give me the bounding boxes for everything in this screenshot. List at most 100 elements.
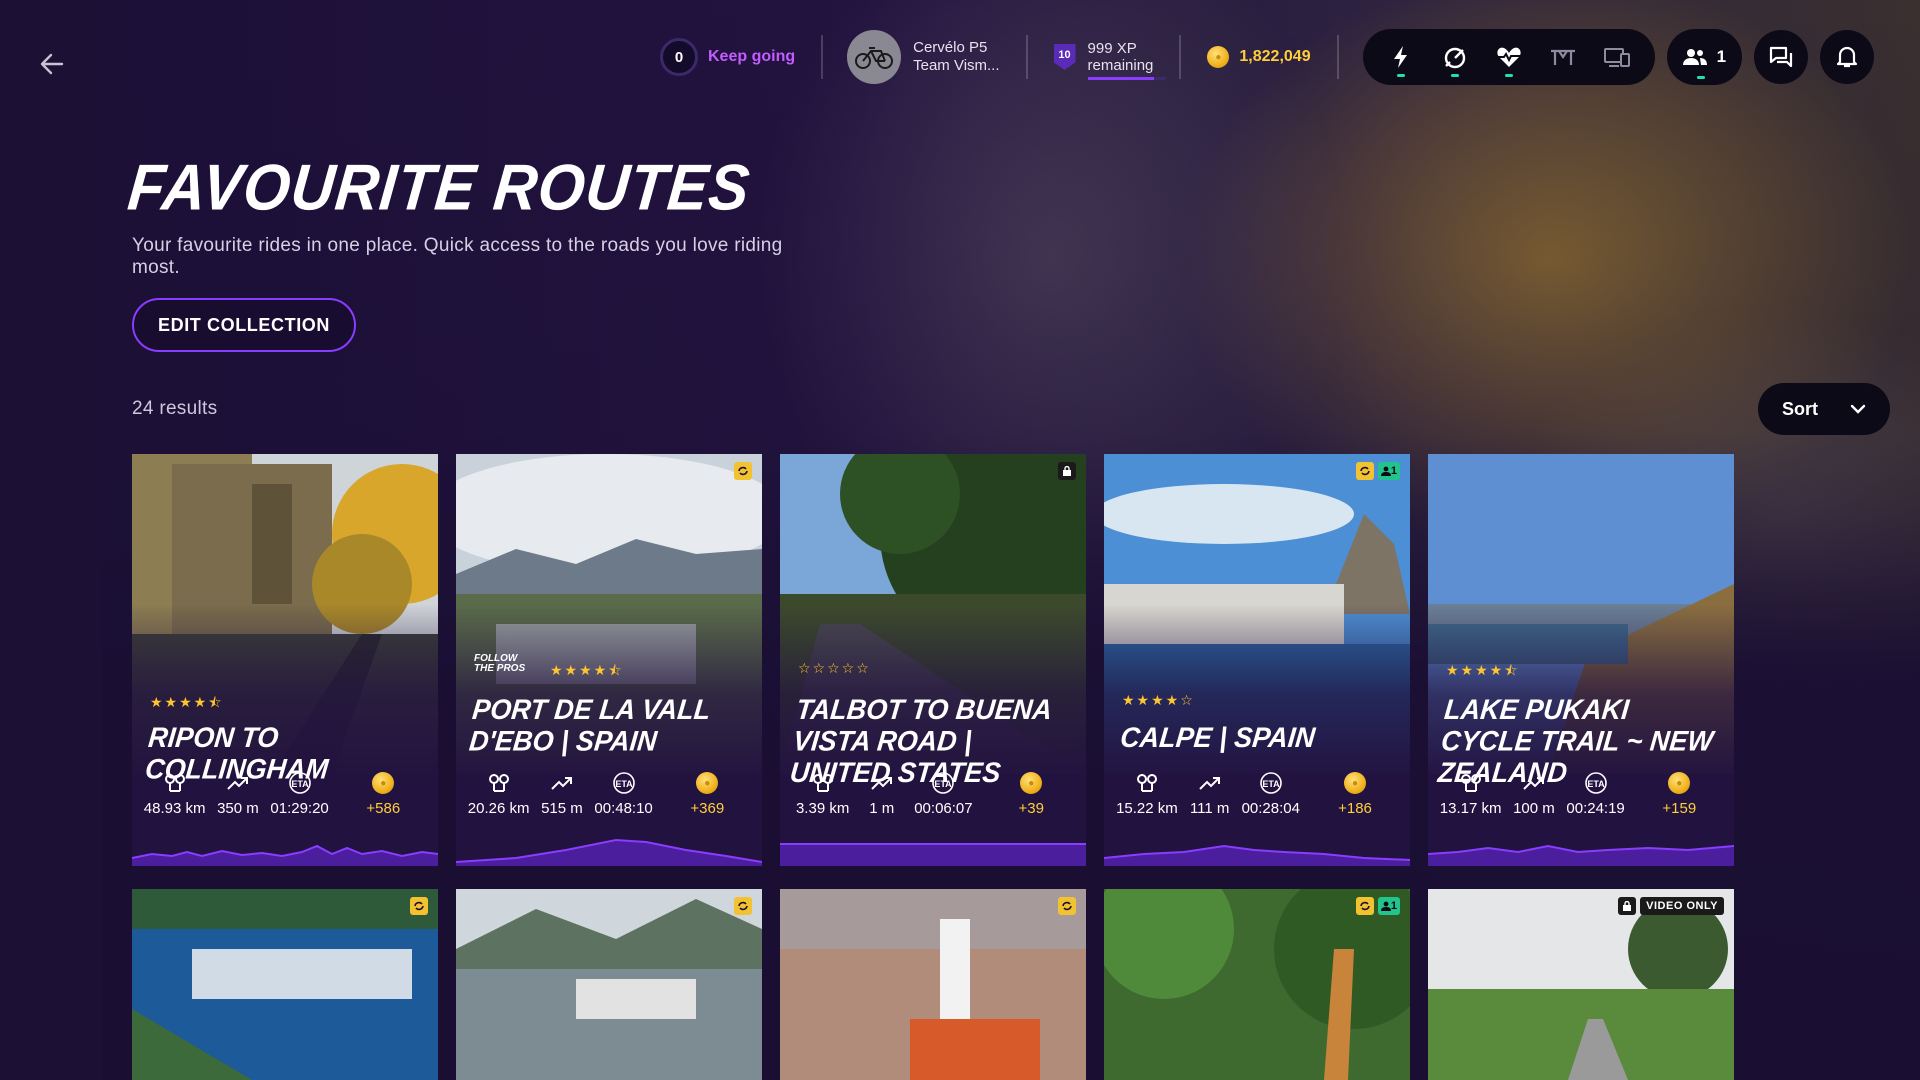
elevation-icon [1198, 777, 1220, 790]
power-button[interactable] [1377, 33, 1425, 81]
distance-icon [488, 774, 509, 792]
sort-button[interactable]: Sort [1758, 383, 1890, 435]
route-name: CALPE | SPAIN [1118, 722, 1317, 754]
coin-icon: ● [696, 772, 719, 794]
distance-stat: 13.17 km [1440, 772, 1502, 817]
edit-collection-button[interactable]: EDIT COLLECTION [132, 298, 356, 352]
card-badges [1058, 897, 1076, 915]
distance-stat: 15.22 km [1116, 772, 1178, 817]
lightning-icon [1393, 46, 1407, 68]
lock-badge [1058, 462, 1076, 480]
bike-avatar [847, 30, 902, 84]
card-badges [734, 897, 752, 915]
rating-stars: ★★★★☆ [1122, 692, 1195, 708]
card-badges: 1 [1355, 462, 1400, 480]
back-button[interactable] [32, 48, 72, 80]
route-stats: 13.17 km 100 m ETA 00:24:19 ● +159 [1428, 772, 1734, 817]
bike-selector[interactable]: Cervélo P5 Team Vism... [823, 30, 1025, 84]
distance-stat: 20.26 km [468, 772, 530, 817]
elevation-stat: 350 m [217, 772, 259, 817]
card-badges [734, 462, 752, 480]
eta-value: 00:24:19 [1566, 800, 1625, 817]
devices-button[interactable] [1593, 33, 1641, 81]
speed-sensor-button[interactable] [1431, 33, 1479, 81]
distance-value: 20.26 km [467, 800, 530, 817]
route-card[interactable]: VIDEO ONLY [1428, 889, 1734, 1080]
route-card[interactable]: ☆☆☆☆☆ TALBOT TO BUENA VISTA ROAD | UNITE… [780, 454, 1086, 866]
page-subtitle: Your favourite rides in one place. Quick… [132, 235, 783, 278]
card-badges [1058, 462, 1076, 480]
elevation-icon [871, 777, 892, 790]
route-card[interactable]: ★★★★⯪ LAKE PUKAKI CYCLE TRAIL ~ NEW ZEAL… [1428, 454, 1734, 866]
page-title: FAVOURITE ROUTES [124, 151, 754, 224]
route-card[interactable] [456, 889, 762, 1080]
lock-icon [1623, 901, 1632, 911]
trainer-icon [1550, 49, 1575, 65]
device-toolbar [1362, 29, 1655, 85]
speedometer-icon [1444, 47, 1465, 69]
xp-widget[interactable]: 10 999 XP remaining [1028, 40, 1180, 80]
svg-text:ETA: ETA [291, 779, 309, 789]
rating-stars: ★★★★⯪ [550, 662, 624, 678]
coins-widget[interactable]: ● 1,822,049 [1181, 46, 1336, 68]
divider [1336, 35, 1339, 79]
xp-progress-fill [1087, 77, 1154, 80]
xp-value: +159 [1662, 800, 1697, 817]
users-count: 1 [1716, 47, 1727, 66]
xp-stat: ● +369 [664, 772, 750, 817]
eta-icon: ETA [288, 772, 311, 794]
group-ride-button[interactable]: 1 [1666, 29, 1743, 85]
route-card[interactable] [780, 889, 1086, 1080]
route-card[interactable]: FOLLOW THE PROS ★★★★⯪ PORT DE LA VALL D'… [456, 454, 762, 866]
sort-label: Sort [1782, 398, 1818, 419]
coin-icon: ● [1668, 772, 1691, 794]
xp-value: +369 [690, 800, 725, 817]
elevation-icon [551, 777, 572, 790]
trainer-button[interactable] [1539, 33, 1587, 81]
riders-count: 1 [1390, 465, 1397, 477]
card-badges: VIDEO ONLY [1618, 897, 1724, 915]
xp-progress-bar [1087, 77, 1166, 80]
xp-value: +586 [366, 800, 401, 817]
elevation-profile [780, 843, 1086, 866]
route-card[interactable]: 1 [1104, 889, 1410, 1080]
distance-value: 3.39 km [795, 800, 850, 817]
eta-value: 01:29:20 [270, 800, 329, 817]
bike-team: Team Vism... [913, 57, 1000, 74]
elevation-profile [1428, 844, 1734, 866]
xp-stat: ● +186 [1312, 772, 1398, 817]
distance-icon [1136, 774, 1157, 792]
route-card[interactable]: ★★★★⯪ RIPON TO COLLINGHAM 48.93 km 350 m… [132, 454, 438, 866]
routine-badge [734, 897, 752, 915]
lock-badge [1618, 897, 1637, 915]
route-thumbnail [1104, 889, 1410, 1080]
bell-icon [1836, 46, 1858, 68]
bicycle-icon [855, 47, 894, 69]
distance-stat: 48.93 km [144, 772, 206, 817]
connected-indicator [1396, 74, 1405, 77]
chat-button[interactable] [1754, 30, 1809, 84]
elevation-profile [1104, 844, 1410, 866]
eta-value: 00:06:07 [914, 800, 973, 817]
goal-ring: 0 [660, 38, 698, 76]
eta-icon: ETA [932, 772, 955, 794]
distance-icon [812, 774, 833, 792]
repeat-icon [738, 901, 748, 911]
rating-stars: ★★★★⯪ [150, 694, 224, 710]
routine-badge [410, 897, 428, 915]
route-card[interactable] [132, 889, 438, 1080]
routine-badge [1058, 897, 1076, 915]
distance-icon [1460, 774, 1481, 792]
route-card[interactable]: 1 ★★★★☆ CALPE | SPAIN 15.22 km 111 m ETA… [1104, 454, 1410, 866]
xp-amount: 999 XP [1087, 40, 1137, 57]
heart-rate-button[interactable] [1485, 33, 1533, 81]
repeat-icon [1360, 466, 1370, 476]
routine-badge [1355, 897, 1374, 915]
riders-badge: 1 [1377, 462, 1400, 480]
elevation-stat: 100 m [1513, 772, 1555, 817]
elevation-value: 350 m [217, 800, 259, 817]
goal-widget[interactable]: 0 Keep going [660, 38, 821, 76]
video-only-badge: VIDEO ONLY [1640, 897, 1724, 915]
notifications-button[interactable] [1820, 30, 1875, 84]
distance-value: 48.93 km [143, 800, 206, 817]
